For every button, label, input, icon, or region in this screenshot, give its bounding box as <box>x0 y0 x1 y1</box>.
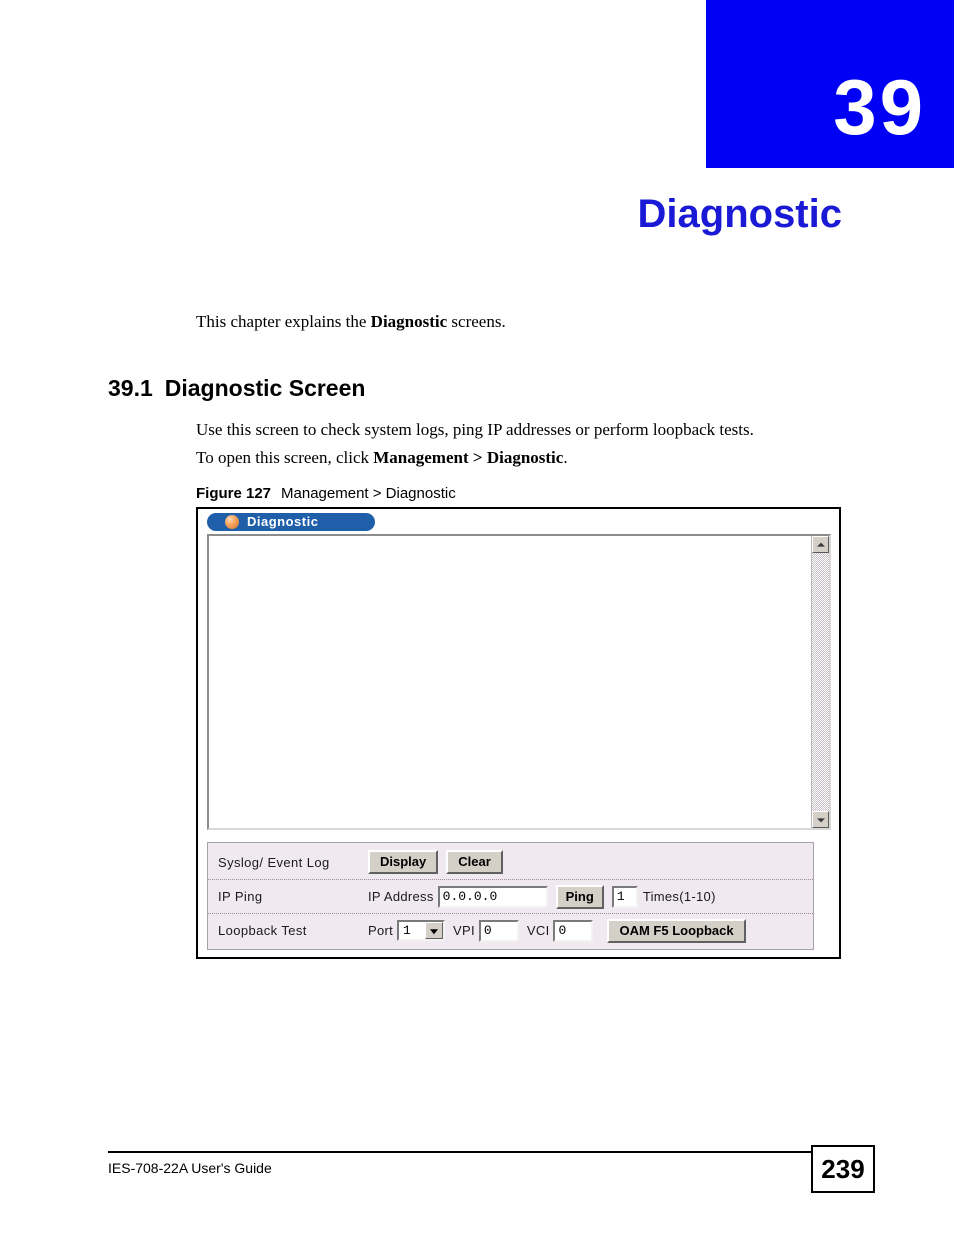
orange-orb-icon <box>225 515 239 529</box>
page-title: Diagnostic <box>637 192 842 236</box>
syslog-label: Syslog/ Event Log <box>218 854 330 870</box>
log-scrollbar[interactable] <box>811 536 829 828</box>
intro-text-before: This chapter explains the <box>196 312 371 331</box>
page-number-box: 239 <box>811 1145 875 1193</box>
ping-times-input[interactable] <box>611 885 638 908</box>
ping-button[interactable]: Ping <box>555 884 604 909</box>
vpi-input[interactable] <box>478 919 519 942</box>
vci-label: VCI <box>526 923 550 938</box>
section-paragraph-1: Use this screen to check system logs, pi… <box>196 420 754 439</box>
intro-text-bold: Diagnostic <box>370 312 448 331</box>
syslog-row: Syslog/ Event Log Display Clear <box>208 845 813 879</box>
footer-divider <box>108 1151 812 1153</box>
chapter-number: 39 <box>833 63 926 151</box>
vpi-label: VPI <box>453 923 475 938</box>
scroll-up-arrow-icon[interactable] <box>812 536 829 553</box>
section-paragraph-2-bold: Management > Diagnostic <box>373 448 564 467</box>
display-button[interactable]: Display <box>368 850 439 874</box>
port-select[interactable]: 1 <box>397 920 446 941</box>
figure-label: Figure 127 <box>196 485 272 502</box>
diagnostic-tab-label: Diagnostic <box>247 514 319 529</box>
port-select-value: 1 <box>403 923 411 938</box>
ip-ping-row: IP Ping IP Address Ping Times(1-10) <box>208 879 813 913</box>
loopback-test-label: Loopback Test <box>218 923 307 938</box>
figure-caption: Figure 127 Management > Diagnostic <box>196 484 456 504</box>
chapter-banner: 39 <box>706 0 954 168</box>
diagnostic-tab[interactable]: Diagnostic <box>207 513 375 531</box>
section-paragraph-2: To open this screen, click Management > … <box>196 446 568 470</box>
ip-ping-label: IP Ping <box>218 889 263 904</box>
section-paragraph-2-before: To open this screen, click <box>196 448 374 467</box>
scroll-down-arrow-icon[interactable] <box>812 811 829 828</box>
loopback-test-row: Loopback Test Port 1 VPI VCI OAM F5 Loop… <box>208 913 813 947</box>
log-output-box <box>207 534 831 830</box>
log-output-textarea[interactable] <box>209 536 811 828</box>
intro-paragraph: This chapter explains the Diagnostic scr… <box>196 310 506 334</box>
clear-button[interactable]: Clear <box>446 850 503 874</box>
ip-address-label: IP Address <box>368 889 434 904</box>
port-label: Port <box>368 923 394 938</box>
vci-input[interactable] <box>553 919 594 942</box>
chevron-down-icon[interactable] <box>425 922 444 939</box>
intro-text-after: screens. <box>447 312 506 331</box>
section-paragraph-2-after: . <box>563 448 568 467</box>
section-title: Diagnostic Screen <box>164 375 366 401</box>
ip-address-input[interactable] <box>437 885 548 908</box>
figure-screenshot: Diagnostic Syslog/ Event Log Display Cle… <box>196 507 841 959</box>
section-number: 39.1 <box>108 375 153 401</box>
figure-caption-text: Management > Diagnostic <box>281 485 456 502</box>
section-heading: 39.1 Diagnostic Screen <box>108 374 365 402</box>
ping-times-label: Times(1-10) <box>642 889 716 904</box>
oam-f5-loopback-button[interactable]: OAM F5 Loopback <box>607 918 746 943</box>
footer-guide-title: IES-708-22A User's Guide <box>108 1160 272 1176</box>
diagnostic-control-panel: Syslog/ Event Log Display Clear IP Ping … <box>207 842 814 950</box>
page-number: 239 <box>821 1154 865 1184</box>
